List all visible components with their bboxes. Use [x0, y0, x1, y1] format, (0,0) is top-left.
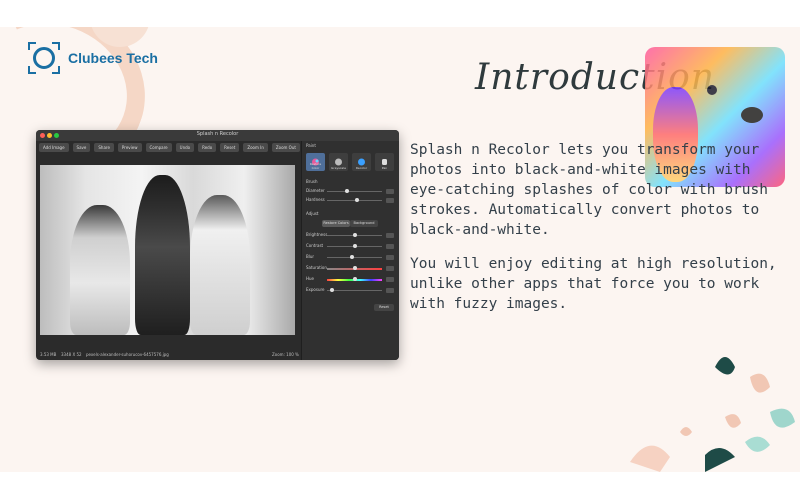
window-title: Splash n Recolor — [196, 131, 239, 137]
hardness-value-box[interactable] — [386, 198, 394, 203]
status-dimensions: 3348 X 52 — [61, 352, 82, 357]
add-image-button[interactable]: Add Image — [39, 143, 69, 152]
blur-label: Blur — [306, 254, 315, 259]
saturation-value-box[interactable] — [386, 266, 394, 271]
hue-slider-knob[interactable] — [352, 277, 357, 281]
diameter-slider[interactable] — [327, 189, 382, 193]
paint-label: Paint — [306, 143, 316, 148]
zoom-in-button[interactable]: Zoom In — [243, 143, 268, 152]
hardness-slider-knob[interactable] — [355, 198, 360, 202]
brush-label: Brush — [306, 179, 318, 184]
recolor-tool[interactable]: Recolor — [352, 153, 371, 171]
pan-tool[interactable]: Pan — [375, 153, 394, 171]
contrast-slider-knob[interactable] — [352, 244, 357, 248]
brightness-value-box[interactable] — [386, 233, 394, 238]
redo-button[interactable]: Redo — [198, 143, 217, 152]
hue-label: Hue — [306, 276, 315, 281]
description: Splash n Recolor lets you transform your… — [410, 140, 780, 328]
restore-color-tool[interactable]: Restore Color — [306, 153, 325, 171]
brightness-slider[interactable] — [327, 233, 382, 237]
hue-value-box[interactable] — [386, 277, 394, 282]
side-panel: Paint Restore Color Grayscale Recolor Pa… — [301, 141, 399, 360]
hardness-slider[interactable] — [327, 198, 382, 202]
preview-button[interactable]: Preview — [117, 143, 142, 152]
diameter-value-box[interactable] — [386, 189, 394, 194]
logo-mark-icon — [28, 42, 60, 74]
diameter-slider-knob[interactable] — [344, 189, 349, 193]
contrast-slider[interactable] — [327, 244, 382, 248]
exposure-slider-knob[interactable] — [329, 288, 334, 292]
exposure-value-box[interactable] — [386, 288, 394, 293]
blur-value-box[interactable] — [386, 255, 394, 260]
splash-decoration — [630, 357, 795, 472]
saturation-slider[interactable] — [327, 266, 382, 270]
contrast-label: Contrast — [306, 243, 324, 248]
title-bar: Splash n Recolor — [36, 130, 399, 141]
brightness-slider-knob[interactable] — [352, 233, 357, 237]
undo-button[interactable]: Undo — [175, 143, 195, 152]
adjust-label: Adjust — [306, 211, 319, 216]
slide: Clubees Tech Introduction Splash n Recol… — [0, 27, 800, 472]
restore-colors-tab[interactable]: Restore Colors — [322, 220, 350, 227]
photo — [40, 165, 295, 335]
status-filesize: 3.53 MB — [40, 352, 57, 357]
panel-reset-button[interactable]: Reset — [374, 304, 394, 311]
brightness-label: Brightness — [306, 232, 328, 237]
status-bar: 3.53 MB 3348 X 52 pexels-alexander-suhor… — [36, 350, 301, 360]
saturation-slider-knob[interactable] — [352, 266, 357, 270]
hardness-label: Hardness — [306, 197, 325, 202]
saturation-label: Saturation — [306, 265, 327, 270]
reset-button[interactable]: Reset — [220, 143, 240, 152]
grayscale-tool[interactable]: Grayscale — [329, 153, 348, 171]
compare-button[interactable]: Compare — [145, 143, 172, 152]
toolbar: Add Image Save Share Preview Compare Und… — [39, 143, 332, 152]
paragraph-2: You will enjoy editing at high resolutio… — [410, 256, 777, 312]
app-window: Splash n Recolor Add Image Save Share Pr… — [36, 130, 399, 360]
background-tab[interactable]: Background — [350, 220, 378, 227]
image-canvas[interactable] — [40, 165, 295, 335]
exposure-label: Exposure — [306, 287, 325, 292]
diameter-label: Diameter — [306, 188, 325, 193]
share-button[interactable]: Share — [94, 143, 114, 152]
hue-slider[interactable] — [327, 277, 382, 281]
blur-slider-knob[interactable] — [349, 255, 354, 259]
zoom-out-button[interactable]: Zoom Out — [271, 143, 300, 152]
brand-logo: Clubees Tech — [28, 42, 158, 74]
contrast-value-box[interactable] — [386, 244, 394, 249]
paragraph-1: Splash n Recolor lets you transform your… — [410, 142, 768, 238]
blur-slider[interactable] — [327, 255, 382, 259]
brand-name: Clubees Tech — [68, 50, 158, 66]
status-filename: pexels-alexander-suhorucov-6457576.jpg — [86, 352, 169, 357]
status-zoom: Zoom: 100 % — [272, 352, 299, 357]
save-button[interactable]: Save — [72, 143, 91, 152]
exposure-slider[interactable] — [327, 288, 382, 292]
